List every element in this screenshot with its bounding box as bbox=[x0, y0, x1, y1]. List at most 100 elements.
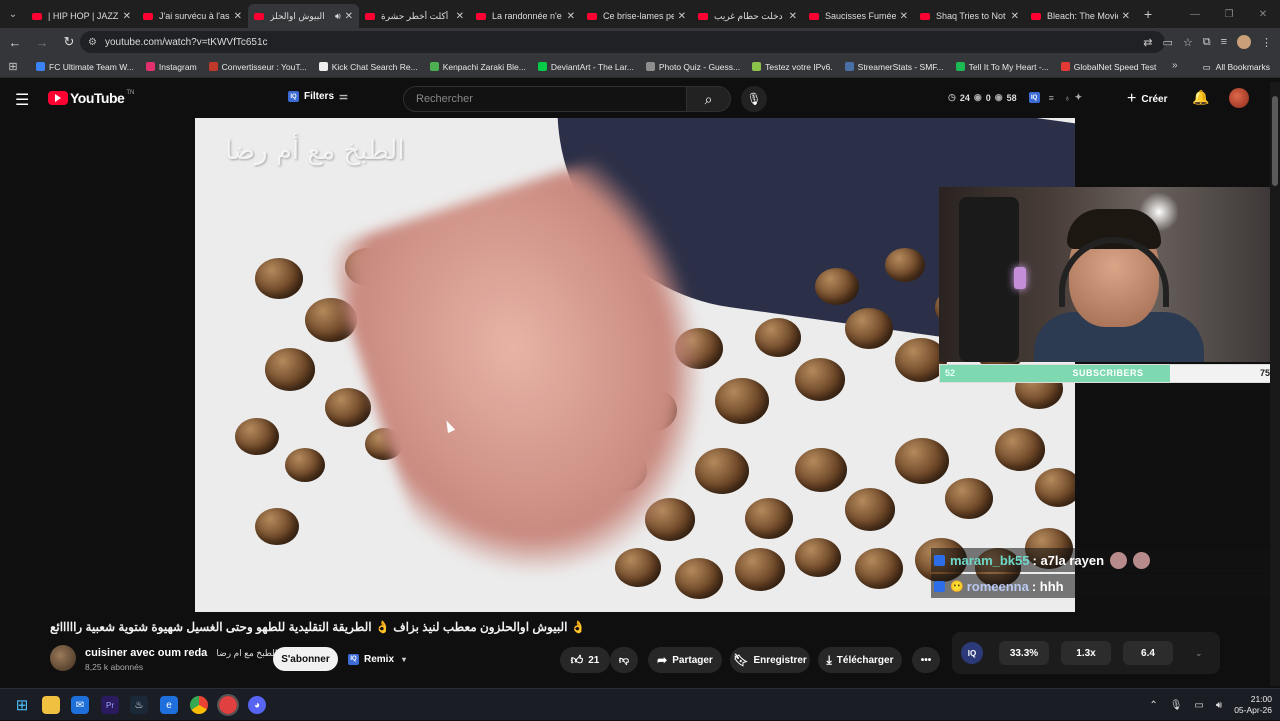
close-tab-icon[interactable]: ✕ bbox=[678, 11, 686, 22]
close-tab-icon[interactable]: ✕ bbox=[900, 11, 908, 22]
bookmark-item[interactable]: Kenpachi Zaraki Ble... bbox=[429, 62, 526, 72]
iq-stat-3[interactable]: 6.4 bbox=[1123, 641, 1173, 665]
volume-icon[interactable]: 🔊︎ bbox=[1216, 700, 1222, 711]
bulb-icon[interactable]: ♁ bbox=[1064, 93, 1071, 103]
reload-button[interactable]: ↻ bbox=[57, 30, 81, 54]
browser-tab[interactable]: Shaq Tries to Not ✕ bbox=[914, 4, 1025, 28]
address-bar[interactable]: ⚙ youtube.com/watch?v=tKWVfTc651c bbox=[80, 31, 1165, 53]
windows-start-icon[interactable]: ⊞ bbox=[13, 696, 31, 714]
browser-tab[interactable]: Bleach: The Movie ✕ bbox=[1025, 4, 1136, 28]
cast-icon[interactable]: ▭ bbox=[1162, 36, 1172, 49]
minimize-button[interactable]: — bbox=[1178, 0, 1212, 28]
iq-icon[interactable]: IQ bbox=[1028, 92, 1040, 103]
download-button[interactable]: ⤓ Télécharger bbox=[818, 647, 902, 673]
close-tab-icon[interactable]: ✕ bbox=[345, 11, 353, 22]
scrollbar-thumb[interactable] bbox=[1272, 96, 1278, 186]
bookmark-star-icon[interactable]: ☆ bbox=[1183, 36, 1193, 49]
browser-tab[interactable]: La randonnée n'e ✕ bbox=[470, 4, 581, 28]
browser-tab[interactable]: البيوش اوالحلز 🔊︎ ✕ bbox=[248, 4, 359, 28]
bookmark-item[interactable]: Testez votre IPv6. bbox=[752, 62, 833, 72]
network-icon[interactable]: ▭ bbox=[1194, 700, 1203, 711]
voice-search-button[interactable]: 🎙 bbox=[741, 86, 767, 112]
bookmark-item[interactable]: Instagram bbox=[145, 62, 197, 72]
browser-tab[interactable]: | HIP HOP | JAZZ ✕ bbox=[26, 4, 137, 28]
bookmark-item[interactable]: Photo Quiz - Guess... bbox=[645, 62, 740, 72]
forward-button[interactable]: → bbox=[30, 30, 54, 54]
browser-tab[interactable]: Ce brise-lames pe ✕ bbox=[581, 4, 692, 28]
discord-icon[interactable]: ◕ bbox=[248, 696, 266, 714]
close-tab-icon[interactable]: ✕ bbox=[789, 11, 797, 22]
channel-name-block[interactable]: cuisiner avec oum reda الطبخ مع ام رضا bbox=[85, 647, 277, 659]
premiere-pro-icon[interactable]: Pr bbox=[101, 696, 119, 714]
notifications-bell-icon[interactable]: 🔔 bbox=[1192, 89, 1209, 106]
save-button[interactable]: 🔖︎ Enregistrer bbox=[730, 647, 810, 673]
chrome-icon[interactable] bbox=[190, 696, 208, 714]
clock[interactable]: 21:00 05-Apr-26 bbox=[1234, 694, 1272, 716]
list-icon[interactable]: ≡ bbox=[1049, 93, 1054, 103]
file-explorer-icon[interactable] bbox=[42, 696, 60, 714]
iq-stat-1[interactable]: 33.3% bbox=[999, 641, 1049, 665]
bookmark-item[interactable]: Tell It To My Heart -... bbox=[955, 62, 1049, 72]
chevron-down-icon[interactable]: ⌄ bbox=[1195, 648, 1203, 659]
search-button[interactable]: ⌕ bbox=[687, 86, 731, 112]
more-bookmarks-chevron-icon[interactable]: » bbox=[1172, 60, 1178, 71]
site-info-icon[interactable]: ⚙ bbox=[88, 37, 97, 48]
close-tab-icon[interactable]: ✕ bbox=[1122, 11, 1130, 22]
steam-icon[interactable]: ♨ bbox=[130, 696, 148, 714]
iq-stat-2[interactable]: 1.3x bbox=[1061, 641, 1111, 665]
browser-menu-icon[interactable]: ⋮ bbox=[1261, 36, 1272, 49]
close-window-button[interactable]: ✕ bbox=[1246, 0, 1280, 28]
share-button[interactable]: ➦ Partager bbox=[648, 647, 722, 673]
close-tab-icon[interactable]: ✕ bbox=[123, 11, 131, 22]
like-button[interactable]: 👍︎ 21 bbox=[560, 647, 610, 673]
maximize-button[interactable]: ❐ bbox=[1212, 0, 1246, 28]
back-button[interactable]: ← bbox=[3, 30, 27, 54]
bookmark-item[interactable]: StreamerStats - SMF... bbox=[844, 62, 944, 72]
snail-shell bbox=[795, 538, 841, 578]
channel-avatar[interactable] bbox=[50, 645, 76, 671]
bookmark-item[interactable]: FC Ultimate Team W... bbox=[36, 62, 134, 72]
recording-app-icon[interactable] bbox=[217, 694, 239, 716]
translate-icon[interactable]: ⇄ bbox=[1143, 36, 1152, 49]
bookmark-item[interactable]: GlobalNet Speed Test bbox=[1060, 62, 1156, 72]
search-input[interactable]: Rechercher bbox=[403, 86, 687, 112]
tray-overflow-chevron-icon[interactable]: ⌃ bbox=[1149, 700, 1157, 711]
bookmark-item[interactable]: DeviantArt - The Lar... bbox=[537, 62, 634, 72]
bookmark-item[interactable]: Convertisseur : YouT... bbox=[208, 62, 307, 72]
remix-button[interactable]: IQ Remix ▾ bbox=[348, 647, 406, 671]
media-controls-icon[interactable]: ≡ bbox=[1221, 36, 1227, 48]
browser-tab[interactable]: دخلت حطام غريب ✕ bbox=[692, 4, 803, 28]
tab-search-button[interactable]: ⌄ bbox=[0, 0, 26, 28]
youtube-logo[interactable]: YouTube TN bbox=[48, 90, 134, 106]
more-actions-button[interactable]: ••• bbox=[912, 647, 940, 673]
apps-grid-icon[interactable]: ⊞ bbox=[0, 60, 26, 73]
all-bookmarks-button[interactable]: ▭ All Bookmarks bbox=[1203, 56, 1270, 78]
edge-icon[interactable]: e bbox=[160, 696, 178, 714]
page-scrollbar[interactable] bbox=[1270, 82, 1280, 686]
snail-shell bbox=[675, 558, 723, 599]
channel-name[interactable]: cuisiner avec oum reda bbox=[85, 647, 207, 659]
new-tab-button[interactable]: + bbox=[1144, 6, 1152, 22]
browser-tab[interactable]: J'ai survécu à l'as ✕ bbox=[137, 4, 248, 28]
filters-button[interactable]: IQ Filters ⚌ bbox=[288, 91, 348, 102]
bookmark-item[interactable]: Kick Chat Search Re... bbox=[318, 62, 418, 72]
sparkle-icon[interactable]: ✦ bbox=[1075, 92, 1083, 103]
account-avatar[interactable] bbox=[1229, 88, 1249, 108]
profile-avatar-icon[interactable] bbox=[1237, 35, 1251, 49]
microphone-tray-icon[interactable]: 🎙︎ bbox=[1170, 700, 1183, 711]
filters-label: Filters bbox=[304, 91, 335, 102]
extensions-icon[interactable]: ⧉ bbox=[1203, 36, 1211, 49]
plus-icon: + bbox=[1127, 90, 1137, 107]
close-tab-icon[interactable]: ✕ bbox=[567, 11, 575, 22]
close-tab-icon[interactable]: ✕ bbox=[1011, 11, 1019, 22]
browser-tab[interactable]: Saucisses Fumées ✕ bbox=[803, 4, 914, 28]
subscribe-button[interactable]: S'abonner bbox=[273, 647, 338, 671]
hamburger-menu-icon[interactable]: ☰ bbox=[15, 90, 29, 110]
tab-audio-icon[interactable]: 🔊︎ bbox=[335, 11, 341, 22]
dislike-button[interactable]: 👎︎ bbox=[610, 647, 638, 673]
close-tab-icon[interactable]: ✕ bbox=[456, 11, 464, 22]
browser-tab[interactable]: أكلت أخطر حشرة ✕ bbox=[359, 4, 470, 28]
outlook-icon[interactable]: ✉ bbox=[71, 696, 89, 714]
close-tab-icon[interactable]: ✕ bbox=[234, 11, 242, 22]
create-button[interactable]: + Créer bbox=[1127, 90, 1167, 108]
